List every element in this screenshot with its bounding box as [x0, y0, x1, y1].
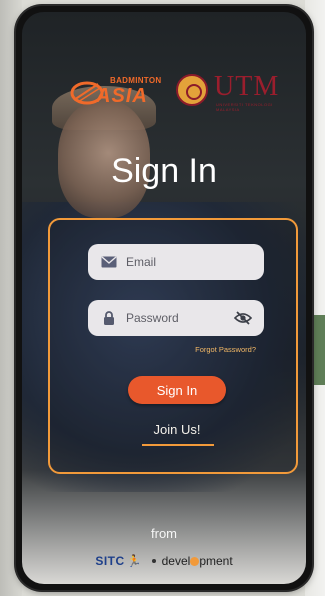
lock-icon: [100, 310, 118, 326]
sign-in-button[interactable]: Sign In: [128, 376, 226, 404]
app-screen: BADMINTON ASIA UTM UNIVERSITI TEKNOLOGI …: [22, 12, 306, 584]
development-logo-part-2: pment: [199, 554, 233, 568]
utm-label: UTM: [214, 71, 280, 102]
from-label: from: [151, 526, 177, 541]
envelope-icon: [100, 254, 118, 270]
sponsor-logos: SITC 🏃 devel pment: [22, 550, 306, 572]
utm-sublabel: UNIVERSITI TEKNOLOGI MALAYSIA: [216, 102, 273, 112]
badminton-asia-logo: BADMINTON ASIA: [70, 72, 170, 112]
sitc-logo: SITC: [95, 554, 125, 568]
utm-logo: UTM UNIVERSITI TEKNOLOGI MALAYSIA: [176, 72, 296, 112]
email-input[interactable]: [126, 255, 236, 269]
separator-dot: [151, 559, 156, 563]
phone-frame: BADMINTON ASIA UTM UNIVERSITI TEKNOLOGI …: [16, 6, 312, 590]
development-o-icon: [190, 557, 200, 566]
development-logo: devel pment: [162, 554, 233, 568]
password-input[interactable]: [126, 311, 236, 325]
page-title: Sign In: [111, 152, 217, 190]
login-card: Forgot Password? Sign In Join Us!: [48, 218, 298, 474]
forgot-password-link[interactable]: Forgot Password?: [195, 345, 256, 354]
eye-off-icon[interactable]: [233, 310, 253, 326]
background-object: [313, 315, 325, 385]
join-us-underline: [142, 444, 214, 446]
runner-icon: 🏃: [126, 554, 142, 568]
join-us-link[interactable]: Join Us!: [138, 422, 216, 437]
development-logo-part-1: devel: [161, 554, 191, 568]
email-field[interactable]: [88, 244, 264, 280]
password-field[interactable]: [88, 300, 264, 336]
utm-seal-icon: [176, 74, 208, 106]
badminton-label: BADMINTON: [110, 76, 162, 85]
asia-label: ASIA: [96, 85, 148, 107]
